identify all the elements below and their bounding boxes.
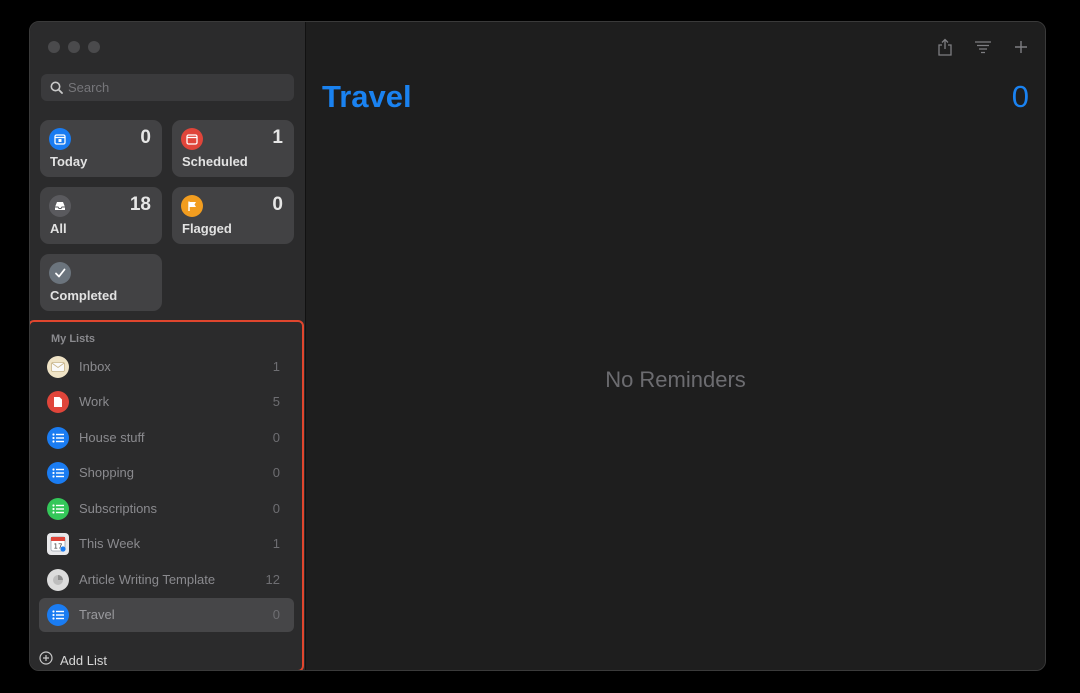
search-input[interactable]: [68, 80, 268, 95]
smart-list-flagged[interactable]: 0 Flagged: [172, 187, 294, 244]
list-count: 1: [272, 359, 280, 374]
zoom-window-button[interactable]: [88, 41, 100, 53]
list-name: Travel: [79, 607, 115, 622]
list-bullet-icon: [47, 604, 69, 626]
list-item-house-stuff[interactable]: House stuff 0: [39, 421, 294, 455]
list-bullet-icon: [47, 498, 69, 520]
list-item-inbox[interactable]: Inbox 1: [39, 350, 294, 384]
window-controls: [48, 41, 100, 53]
list-item-article-writing-template[interactable]: Article Writing Template 12: [39, 563, 294, 597]
checkmark-icon: [49, 262, 71, 284]
flag-icon: [181, 195, 203, 217]
list-count: 0: [272, 607, 280, 622]
list-count: 0: [272, 430, 280, 445]
list-item-this-week[interactable]: 17 This Week 1: [39, 527, 294, 561]
share-icon[interactable]: [935, 36, 955, 58]
my-lists-header: My Lists: [51, 333, 96, 345]
list-count: 1: [272, 536, 280, 551]
smart-list-count: 18: [129, 194, 151, 215]
empty-state-text: No Reminders: [605, 367, 746, 392]
list-item-shopping[interactable]: Shopping 0: [39, 456, 294, 490]
view-options-icon[interactable]: [973, 36, 993, 58]
my-lists-section: My Lists Inbox 1 Work 5 House stuff 0 Sh…: [30, 320, 304, 670]
smart-list-count: 0: [140, 127, 151, 148]
calendar-icon: [181, 128, 203, 150]
list-name: House stuff: [79, 430, 145, 445]
list-item-work[interactable]: Work 5: [39, 385, 294, 419]
main-content: Travel 0 No Reminders: [306, 22, 1045, 670]
inbox-emoji-icon: [47, 356, 69, 378]
reminders-window: 0 Today 1 Scheduled 18 All: [29, 21, 1046, 671]
list-name: Subscriptions: [79, 501, 158, 516]
smart-list-label: Flagged: [182, 221, 232, 236]
smart-list-today[interactable]: 0 Today: [40, 120, 162, 177]
smart-list-count: 1: [272, 127, 283, 148]
list-bullet-icon: [47, 462, 69, 484]
add-icon[interactable]: [1011, 36, 1031, 58]
smart-list-label: All: [50, 221, 67, 236]
list-name: Inbox: [79, 359, 111, 374]
list-count: 0: [272, 501, 280, 516]
list-name: Work: [79, 394, 110, 409]
close-window-button[interactable]: [48, 41, 60, 53]
list-count: 5: [272, 394, 280, 409]
calendar-today-icon: [49, 128, 71, 150]
list-item-travel[interactable]: Travel 0: [39, 598, 294, 632]
smart-list-label: Scheduled: [182, 154, 248, 169]
add-list-button[interactable]: Add List: [39, 651, 107, 670]
calendar-page-icon: 17: [47, 533, 69, 555]
list-count: 12: [265, 572, 280, 587]
search-icon: [48, 80, 64, 96]
list-bullet-icon: [47, 427, 69, 449]
smart-list-scheduled[interactable]: 1 Scheduled: [172, 120, 294, 177]
list-name: This Week: [79, 536, 141, 551]
smart-list-count: 0: [272, 194, 283, 215]
search-field[interactable]: [41, 74, 294, 101]
pie-chart-icon: [47, 569, 69, 591]
tray-icon: [49, 195, 71, 217]
smart-list-completed[interactable]: Completed: [40, 254, 162, 311]
document-icon: [47, 391, 69, 413]
smart-list-label: Today: [50, 154, 88, 169]
sidebar: 0 Today 1 Scheduled 18 All: [30, 22, 306, 670]
list-name: Article Writing Template: [79, 572, 216, 587]
add-list-label: Add List: [60, 653, 107, 668]
plus-circle-icon: [39, 651, 53, 670]
list-title: Travel: [322, 79, 412, 114]
list-item-subscriptions[interactable]: Subscriptions 0: [39, 492, 294, 526]
smart-list-all[interactable]: 18 All: [40, 187, 162, 244]
list-name: Shopping: [79, 465, 134, 480]
minimize-window-button[interactable]: [68, 41, 80, 53]
list-total-count: 0: [1011, 79, 1029, 114]
list-count: 0: [272, 465, 280, 480]
toolbar: [935, 36, 1031, 58]
smart-list-label: Completed: [50, 288, 118, 303]
